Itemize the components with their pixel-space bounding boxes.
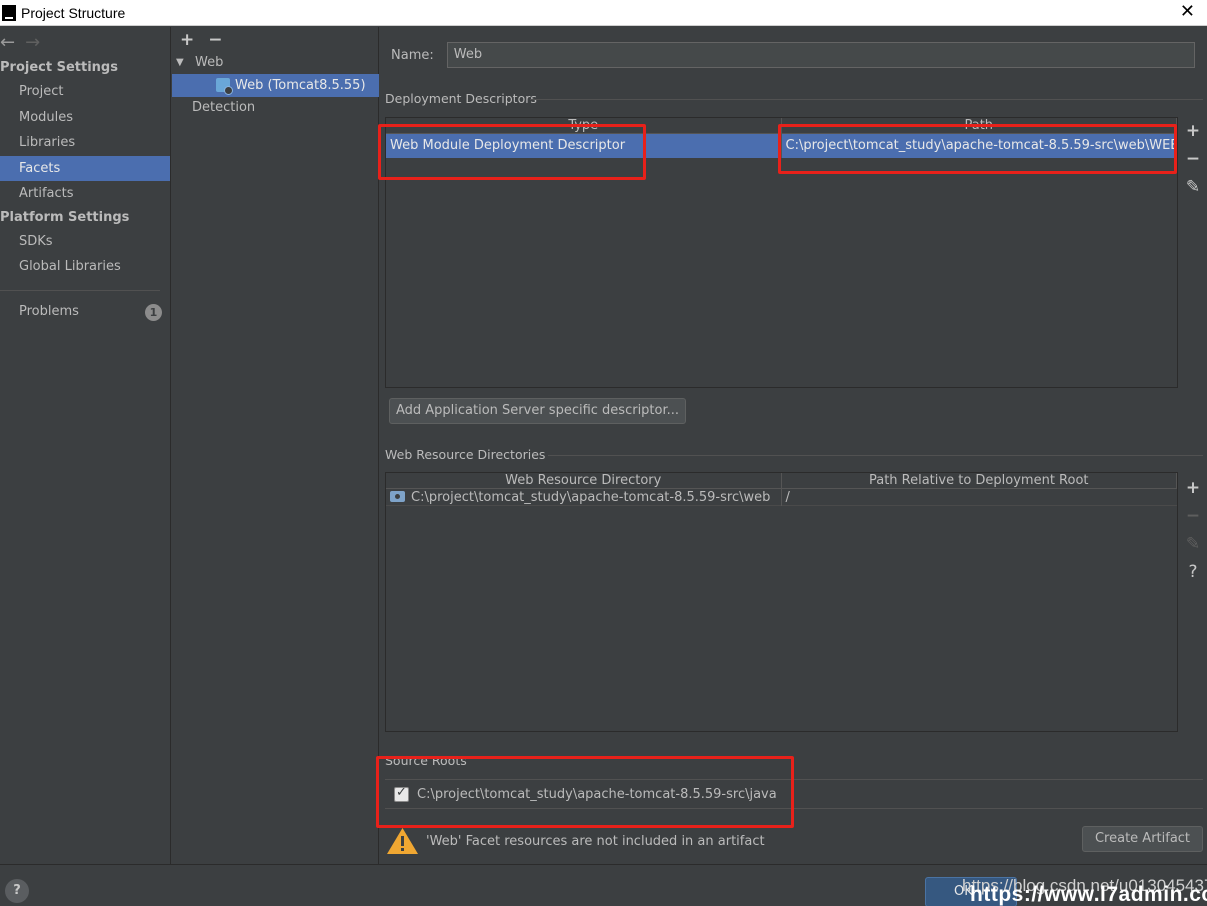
table-header: Type Path bbox=[386, 118, 1177, 134]
descriptor-type-cell: Web Module Deployment Descriptor bbox=[386, 134, 782, 158]
table-row[interactable]: C:\project\tomcat_study\apache-tomcat-8.… bbox=[386, 489, 1177, 506]
relative-path-cell: / bbox=[785, 490, 790, 505]
dialog-footer: ? OK https://blog.csdn.net/u013045437 ht… bbox=[0, 864, 1207, 906]
tree-toolbar: + − bbox=[172, 27, 378, 52]
source-root-path: C:\project\tomcat_study\apache-tomcat-8.… bbox=[417, 786, 777, 802]
resource-toolbar: + − ✎ ? bbox=[1180, 474, 1206, 586]
web-folder-icon bbox=[390, 491, 405, 502]
window-titlebar: Project Structure ✕ bbox=[0, 0, 1207, 26]
remove-icon[interactable]: − bbox=[1186, 145, 1200, 173]
tree-node-label: Web bbox=[195, 55, 224, 70]
nav-history-arrows: ← → bbox=[0, 27, 170, 57]
web-resource-table: Web Resource Directory Path Relative to … bbox=[385, 472, 1178, 732]
nav-item-artifacts[interactable]: Artifacts bbox=[0, 181, 170, 207]
add-icon[interactable]: + bbox=[1186, 117, 1200, 145]
edit-pencil-icon[interactable]: ✎ bbox=[1186, 173, 1200, 201]
facet-editor: Name: Web Deployment Descriptors Type Pa… bbox=[380, 27, 1207, 864]
remove-icon[interactable]: − bbox=[208, 30, 222, 50]
add-server-descriptor-button[interactable]: Add Application Server specific descript… bbox=[389, 398, 686, 424]
problems-label: Problems bbox=[19, 303, 79, 319]
forward-arrow-icon[interactable]: → bbox=[25, 32, 40, 53]
artifact-warning: 'Web' Facet resources are not included i… bbox=[386, 827, 765, 855]
platform-settings-heading: Platform Settings bbox=[0, 209, 130, 225]
tree-node-label: Web (Tomcat8.5.55) bbox=[235, 78, 366, 93]
tree-node-web[interactable]: ▼ Web bbox=[172, 52, 378, 74]
descriptor-path-cell: C:\project\tomcat_study\apache-tomcat-8.… bbox=[785, 138, 1178, 153]
expand-arrow-icon[interactable]: ▼ bbox=[176, 52, 184, 74]
nav-item-modules[interactable]: Modules bbox=[0, 105, 170, 131]
window-title: Project Structure bbox=[21, 4, 126, 21]
column-header-relative-path[interactable]: Path Relative to Deployment Root bbox=[782, 473, 1177, 488]
nav-item-problems[interactable]: Problems 1 bbox=[0, 299, 170, 325]
deployment-descriptors-table: Type Path Web Module Deployment Descript… bbox=[385, 117, 1178, 388]
add-icon[interactable]: + bbox=[1186, 474, 1200, 502]
nav-item-project[interactable]: Project bbox=[0, 79, 170, 105]
warning-text: 'Web' Facet resources are not included i… bbox=[426, 833, 765, 849]
name-row: Name: Web bbox=[391, 42, 1195, 68]
close-icon[interactable]: ✕ bbox=[1180, 1, 1195, 22]
descriptor-toolbar: + − ✎ bbox=[1180, 117, 1206, 201]
deployment-descriptors-heading: Deployment Descriptors bbox=[385, 91, 537, 106]
settings-nav: ← → Project Settings Project Modules Lib… bbox=[0, 27, 171, 864]
source-roots-heading: Source Roots bbox=[385, 753, 467, 768]
web-facet-icon bbox=[216, 78, 233, 95]
column-header-web-resource-directory[interactable]: Web Resource Directory bbox=[386, 473, 782, 488]
warning-icon bbox=[386, 827, 419, 855]
table-header: Web Resource Directory Path Relative to … bbox=[386, 473, 1177, 489]
edit-pencil-icon[interactable]: ✎ bbox=[1186, 530, 1200, 558]
web-resource-directories-heading: Web Resource Directories bbox=[385, 447, 546, 462]
back-arrow-icon[interactable]: ← bbox=[0, 32, 15, 53]
tree-node-detection[interactable]: Detection bbox=[172, 97, 378, 119]
facet-tree-pane: + − ▼ Web Web (Tomcat8.5.55) Detection bbox=[172, 27, 379, 864]
source-root-item[interactable]: C:\project\tomcat_study\apache-tomcat-8.… bbox=[385, 779, 1203, 809]
project-settings-heading: Project Settings bbox=[0, 60, 118, 75]
name-field[interactable]: Web bbox=[446, 42, 1195, 68]
name-label: Name: bbox=[391, 47, 434, 63]
column-header-path[interactable]: Path bbox=[782, 118, 1177, 133]
create-artifact-button[interactable]: Create Artifact bbox=[1082, 826, 1203, 852]
nav-item-facets[interactable]: Facets bbox=[0, 155, 170, 181]
group-divider bbox=[530, 99, 1203, 100]
column-header-type[interactable]: Type bbox=[386, 118, 782, 133]
resource-directory-path: C:\project\tomcat_study\apache-tomcat-8.… bbox=[411, 490, 771, 505]
help-icon[interactable]: ? bbox=[1188, 558, 1197, 586]
table-row[interactable]: Web Module Deployment Descriptor C:\proj… bbox=[386, 134, 1177, 158]
help-icon[interactable]: ? bbox=[5, 879, 29, 903]
nav-item-global-libraries[interactable]: Global Libraries bbox=[0, 254, 170, 280]
group-divider bbox=[548, 455, 1203, 456]
tree-node-web-facet[interactable]: Web (Tomcat8.5.55) bbox=[172, 74, 379, 97]
nav-item-sdks[interactable]: SDKs bbox=[0, 229, 170, 255]
add-icon[interactable]: + bbox=[180, 30, 194, 50]
remove-icon[interactable]: − bbox=[1186, 502, 1200, 530]
nav-divider bbox=[0, 289, 160, 291]
problems-count-badge: 1 bbox=[145, 303, 162, 321]
nav-item-libraries[interactable]: Libraries bbox=[0, 130, 170, 156]
site-watermark: https://www.l7admin.cc bbox=[970, 883, 1207, 906]
resource-directory-cell: C:\project\tomcat_study\apache-tomcat-8.… bbox=[386, 489, 782, 506]
source-root-checkbox[interactable] bbox=[394, 785, 409, 802]
intellij-logo-icon bbox=[2, 4, 16, 21]
